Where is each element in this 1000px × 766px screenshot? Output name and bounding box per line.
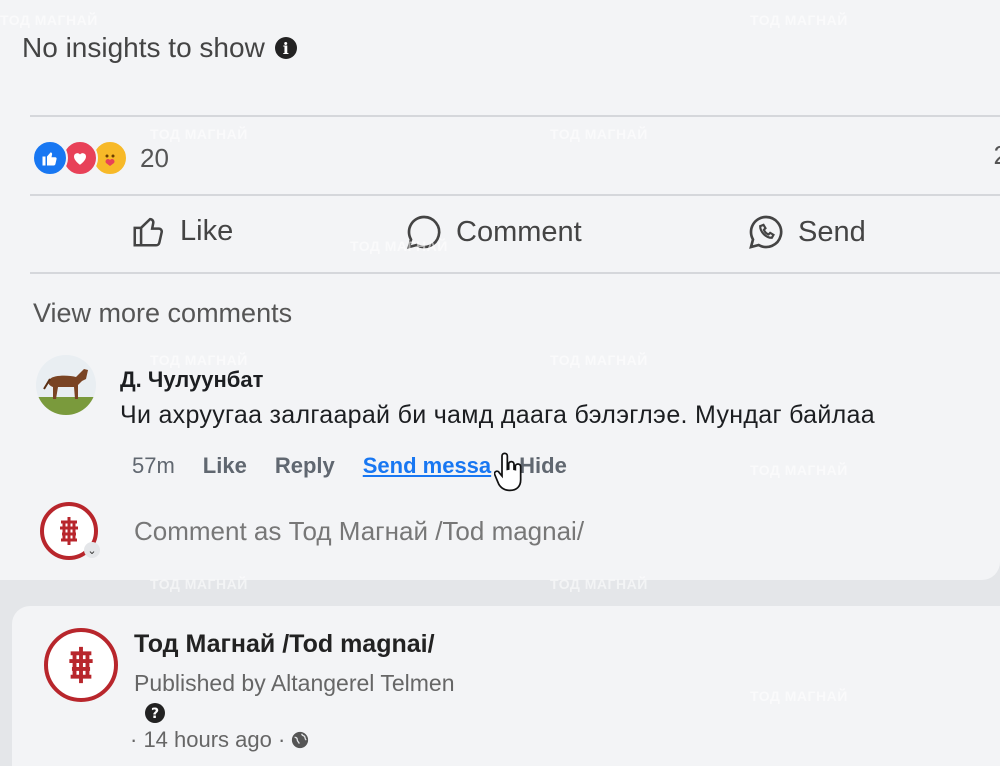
reaction-count[interactable]: 20	[140, 143, 169, 174]
divider	[30, 115, 1000, 117]
comment-bubble-icon	[407, 215, 441, 249]
comment-time[interactable]: 57m	[132, 453, 175, 479]
comment-text: Чи ахруугаа залгаарай би чамд даага бэлэ…	[120, 401, 875, 429]
hand-cursor-icon	[493, 450, 526, 499]
send-button[interactable]: Send	[746, 212, 866, 252]
comment-reply-button[interactable]: Reply	[275, 453, 335, 479]
comment-input[interactable]: Comment as Тод Магнай /Tod magnai/	[134, 516, 584, 547]
chevron-down-icon[interactable]: ⌄	[84, 542, 100, 558]
page-logo-icon	[69, 646, 93, 684]
post-card: No insights to show i 20 2 Like Comment …	[0, 0, 1000, 580]
svg-text:?: ?	[151, 706, 159, 722]
view-more-comments-link[interactable]: View more comments	[33, 298, 292, 329]
comment-hide-button[interactable]: Hide	[519, 453, 567, 479]
action-bar: Like Comment Send	[0, 212, 1000, 262]
post-time-text: · 14 hours ago ·	[130, 727, 286, 752]
page-logo-icon	[60, 517, 78, 545]
comment-label: Comment	[456, 215, 582, 248]
question-icon[interactable]: ?	[145, 703, 165, 728]
page-avatar[interactable]	[44, 628, 118, 702]
comment-count[interactable]: 2	[994, 140, 1000, 171]
send-message-link[interactable]: Send messa	[363, 453, 491, 479]
comment-composer[interactable]: ⌄ Comment as Тод Магнай /Tod magnai/	[40, 502, 1000, 562]
like-reaction-icon	[32, 140, 68, 176]
send-label: Send	[798, 215, 866, 248]
post-timestamp[interactable]: · 14 hours ago ·	[130, 727, 309, 753]
comment-like-button[interactable]: Like	[203, 453, 247, 479]
like-button[interactable]: Like	[130, 212, 233, 250]
insights-row: No insights to show i	[22, 32, 297, 64]
divider	[30, 272, 1000, 274]
page-name-link[interactable]: Тод Магнай /Tod magnai/	[134, 630, 435, 659]
messenger-icon	[749, 215, 783, 249]
insights-text: No insights to show	[22, 32, 265, 63]
globe-icon	[292, 731, 309, 749]
avatar[interactable]	[36, 355, 96, 415]
comment-author[interactable]: Д. Чулуунбат	[120, 367, 980, 393]
divider	[30, 194, 1000, 196]
info-icon[interactable]: i	[274, 37, 297, 59]
comment-bubble: Д. Чулуунбат Чи ахруугаа залгаарай би ча…	[120, 367, 980, 430]
thumbs-up-icon	[133, 217, 164, 247]
published-by: Published by Altangerel Telmen	[134, 670, 455, 696]
like-label: Like	[180, 214, 234, 247]
comment-button[interactable]: Comment	[404, 212, 582, 252]
reaction-summary[interactable]: 20	[32, 140, 169, 176]
